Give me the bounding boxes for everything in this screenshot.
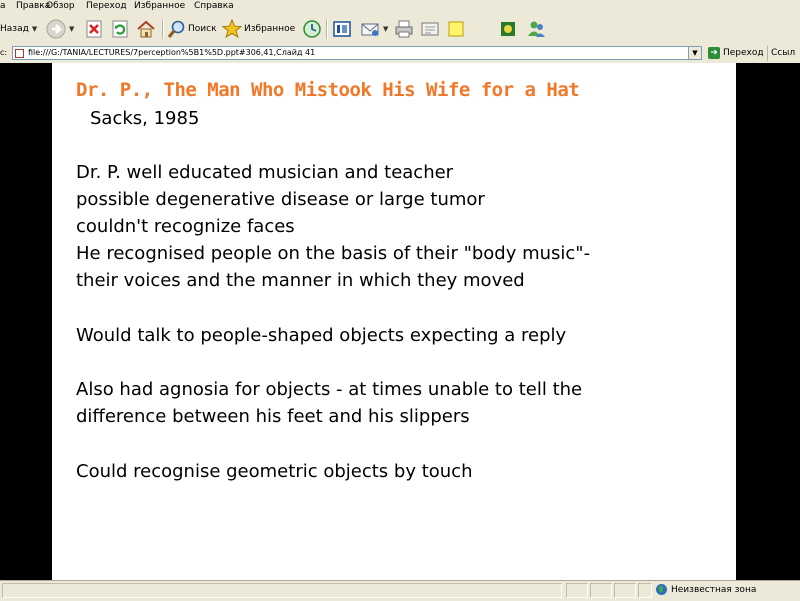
status-pane xyxy=(566,583,588,598)
refresh-icon xyxy=(110,19,130,39)
back-button-label: Назад xyxy=(0,24,29,34)
address-label: c: xyxy=(0,48,8,57)
toolbar-separator xyxy=(326,19,328,39)
print-icon xyxy=(394,19,414,39)
research-button[interactable] xyxy=(498,18,518,40)
chevron-down-icon[interactable]: ▼ xyxy=(69,25,74,33)
status-pane xyxy=(614,583,636,598)
media-button[interactable] xyxy=(332,18,352,40)
menu-item-view[interactable]: Обзор xyxy=(46,1,75,11)
links-button[interactable]: Ссыл xyxy=(771,48,795,58)
discuss-button[interactable] xyxy=(446,18,466,40)
globe-icon xyxy=(656,584,667,595)
edit-icon xyxy=(420,19,440,39)
menu-item-file[interactable]: a xyxy=(0,1,6,11)
home-icon xyxy=(136,19,156,39)
slide-line: difference between his feet and his slip… xyxy=(76,406,470,427)
address-bar: c: file:///G:/TANIA/LECTURES/7perception… xyxy=(0,44,800,63)
stop-icon xyxy=(84,19,104,39)
chevron-down-icon[interactable]: ▼ xyxy=(383,25,388,33)
print-button[interactable] xyxy=(394,18,414,40)
forward-button[interactable]: ▼ xyxy=(46,18,74,40)
status-text-pane xyxy=(2,583,562,598)
search-icon xyxy=(166,19,186,39)
mail-button[interactable]: ▼ xyxy=(360,18,388,40)
refresh-button[interactable] xyxy=(110,18,130,40)
messenger-icon xyxy=(526,19,546,39)
menu-item-favorites[interactable]: Избранное xyxy=(134,1,185,11)
document-icon xyxy=(15,49,24,58)
favorites-button-label: Избранное xyxy=(244,24,296,34)
edit-button[interactable] xyxy=(420,18,440,40)
slide-line: He recognised people on the basis of the… xyxy=(76,243,591,264)
chevron-down-icon[interactable]: ▼ xyxy=(688,47,701,59)
back-button[interactable]: Назад ▼ xyxy=(0,18,37,40)
slide-title: Dr. P., The Man Who Mistook His Wife for… xyxy=(76,79,580,101)
menu-item-help[interactable]: Справка xyxy=(194,1,234,11)
status-bar: Неизвестная зона xyxy=(0,580,800,601)
links-separator xyxy=(767,46,768,61)
search-button-label: Поиск xyxy=(188,24,217,34)
toolbar: Назад ▼ ▼ Поиск Избранное ▼ xyxy=(0,14,800,45)
home-button[interactable] xyxy=(136,18,156,40)
slide-line: couldn't recognize faces xyxy=(76,216,295,237)
status-pane xyxy=(638,583,652,598)
favorites-button[interactable]: Избранное xyxy=(221,18,296,40)
history-button[interactable] xyxy=(302,18,322,40)
slide-line: Dr. P. well educated musician and teache… xyxy=(76,162,454,183)
slide-line: Could recognise geometric objects by tou… xyxy=(76,461,473,482)
favorites-star-icon xyxy=(221,18,243,39)
security-zone: Неизвестная зона xyxy=(656,584,756,595)
chevron-down-icon[interactable]: ▼ xyxy=(32,25,37,33)
discuss-icon xyxy=(446,19,466,39)
slide-line: their voices and the manner in which the… xyxy=(76,270,525,291)
slide-line: Also had agnosia for objects - at times … xyxy=(76,379,583,400)
toolbar-separator xyxy=(162,19,164,39)
mail-icon xyxy=(360,19,380,39)
menu-item-go[interactable]: Переход xyxy=(86,1,127,11)
search-button[interactable]: Поиск xyxy=(166,18,217,40)
go-button[interactable]: ➜ Переход xyxy=(708,46,764,60)
address-url: file:///G:/TANIA/LECTURES/7perception%5B… xyxy=(28,48,316,57)
security-zone-label: Неизвестная зона xyxy=(671,584,757,595)
menu-bar: a Правка Обзор Переход Избранное Справка xyxy=(0,0,800,14)
media-icon xyxy=(332,19,352,39)
address-input[interactable]: file:///G:/TANIA/LECTURES/7perception%5B… xyxy=(12,46,702,60)
status-pane xyxy=(590,583,612,598)
slide-line: possible degenerative disease or large t… xyxy=(76,189,485,210)
content-area: Dr. P., The Man Who Mistook His Wife for… xyxy=(0,63,800,580)
slide-subtitle: Sacks, 1985 xyxy=(90,108,200,129)
go-arrow-icon: ➜ xyxy=(708,47,720,59)
slide: Dr. P., The Man Who Mistook His Wife for… xyxy=(52,63,736,580)
research-icon xyxy=(498,19,518,39)
go-button-label: Переход xyxy=(723,48,764,58)
slide-line: Would talk to people-shaped objects expe… xyxy=(76,325,567,346)
history-icon xyxy=(302,19,322,39)
messenger-button[interactable] xyxy=(526,18,546,40)
forward-arrow-icon xyxy=(46,19,66,39)
stop-button[interactable] xyxy=(84,18,104,40)
